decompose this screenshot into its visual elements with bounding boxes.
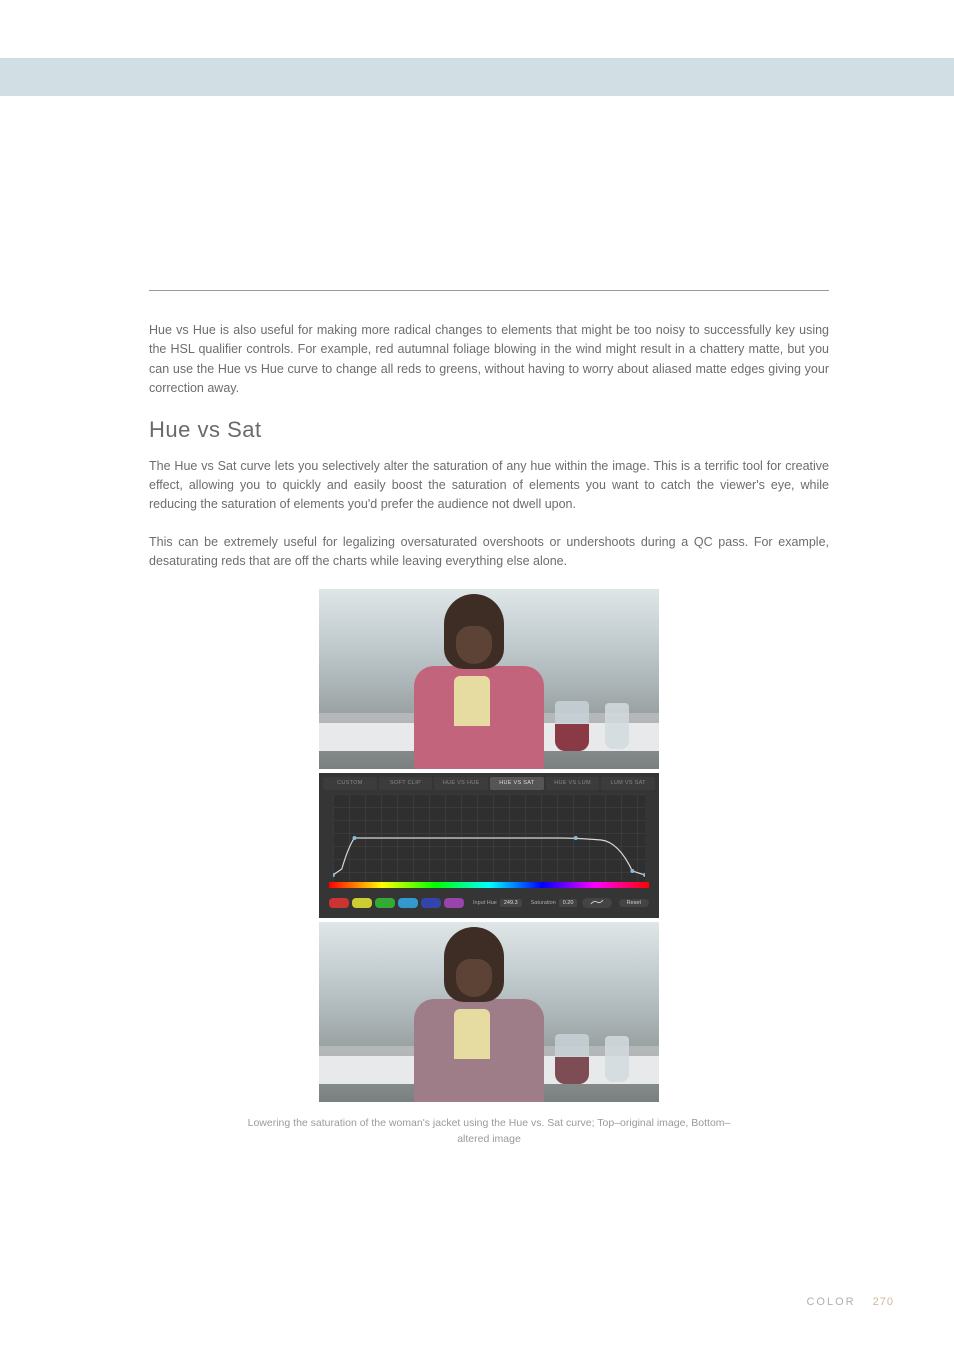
- swatch-green[interactable]: [375, 898, 395, 908]
- curve-tabs: CUSTOM SOFT CLIP HUE VS HUE HUE VS SAT H…: [323, 777, 655, 790]
- hue-gradient-strip: [329, 882, 649, 888]
- section-divider: [149, 290, 829, 291]
- curve-controls: Input Hue 249.3 Saturation 0.20 Reset: [329, 896, 649, 910]
- figure-caption: Lowering the saturation of the woman's j…: [239, 1116, 739, 1148]
- saturation-value[interactable]: 0.20: [559, 899, 578, 907]
- curve-line: [333, 794, 645, 882]
- page-number: 270: [873, 1296, 894, 1308]
- input-hue-value[interactable]: 249.3: [500, 899, 522, 907]
- curve-grid[interactable]: [333, 794, 645, 882]
- hue-vs-sat-curve-panel: CUSTOM SOFT CLIP HUE VS HUE HUE VS SAT H…: [319, 773, 659, 918]
- page-header-band: [0, 58, 954, 96]
- reset-button[interactable]: Reset: [619, 899, 649, 907]
- spline-toggle-button[interactable]: [582, 898, 612, 908]
- input-hue-label: Input Hue: [473, 900, 497, 906]
- body-paragraph: The Hue vs Sat curve lets you selectivel…: [149, 457, 829, 515]
- tab-soft-clip[interactable]: SOFT CLIP: [379, 777, 433, 790]
- section-heading-hue-vs-sat: Hue vs Sat: [149, 417, 829, 443]
- tab-hue-vs-lum[interactable]: HUE VS LUM: [546, 777, 600, 790]
- tab-hue-vs-hue[interactable]: HUE VS HUE: [434, 777, 488, 790]
- tab-lum-vs-sat[interactable]: LUM VS SAT: [601, 777, 655, 790]
- tab-custom[interactable]: CUSTOM: [323, 777, 377, 790]
- figure-image-altered: [319, 922, 659, 1102]
- body-paragraph: Hue vs Hue is also useful for making mor…: [149, 321, 829, 399]
- figure-image-original: [319, 589, 659, 769]
- swatch-yellow[interactable]: [352, 898, 372, 908]
- saturation-label: Saturation: [531, 900, 556, 906]
- page-content: Hue vs Hue is also useful for making mor…: [149, 290, 829, 1148]
- swatch-blue[interactable]: [421, 898, 441, 908]
- figure-group: CUSTOM SOFT CLIP HUE VS HUE HUE VS SAT H…: [149, 589, 829, 1148]
- swatch-cyan[interactable]: [398, 898, 418, 908]
- swatch-magenta[interactable]: [444, 898, 464, 908]
- body-paragraph: This can be extremely useful for legaliz…: [149, 533, 829, 572]
- page-footer: COLOR 270: [806, 1296, 894, 1308]
- spline-icon: [590, 899, 604, 905]
- tab-hue-vs-sat[interactable]: HUE VS SAT: [490, 777, 544, 790]
- footer-section-label: COLOR: [806, 1296, 855, 1308]
- swatch-red[interactable]: [329, 898, 349, 908]
